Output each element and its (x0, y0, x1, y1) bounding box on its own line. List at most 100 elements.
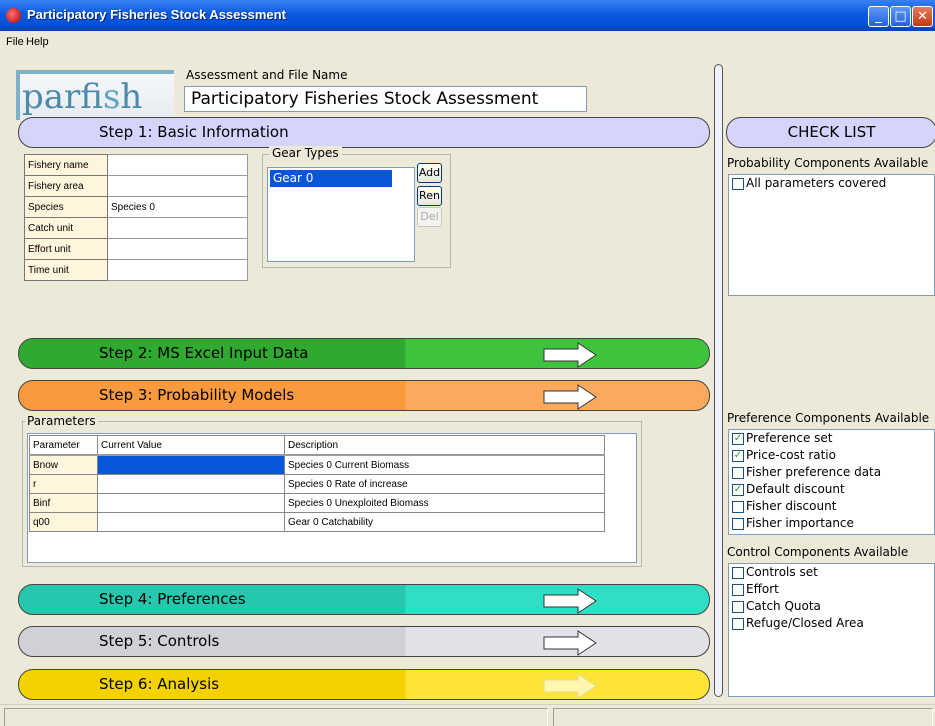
param-value-cell[interactable] (97, 474, 285, 494)
parameters-table-container: Parameter Current Value Description Bnow… (27, 433, 637, 563)
gear-list-item[interactable]: Gear 0 (270, 170, 392, 187)
title-bar[interactable]: Participatory Fisheries Stock Assessment… (0, 0, 935, 31)
table-row: Effort unit (24, 238, 248, 260)
list-item[interactable]: ✓ Preference set (729, 430, 934, 447)
column-header-current-value[interactable]: Current Value (97, 435, 285, 456)
step-2-arrow-icon[interactable] (542, 342, 598, 368)
checkbox-label: Effort (746, 582, 779, 596)
step-3-arrow-icon[interactable] (542, 384, 598, 410)
preference-components-list: ✓ Preference set ✓ Price-cost ratio Fisher… (728, 429, 935, 535)
list-item[interactable]: Catch Quota (729, 598, 934, 615)
table-row: Bnow Species 0 Current Biomass (29, 454, 605, 475)
table-row: Fishery name (24, 154, 248, 176)
param-description-cell: Species 0 Unexploited Biomass (284, 493, 605, 513)
app-window: Participatory Fisheries Stock Assessment… (0, 0, 935, 726)
delete-gear-button[interactable]: Del (417, 207, 442, 227)
panel-divider[interactable] (714, 64, 723, 697)
basic-info-table: Fishery name Fishery area Species Species… (24, 154, 248, 281)
menu-help[interactable]: Help (26, 36, 49, 48)
step-4-label: Step 4: Preferences (99, 590, 246, 608)
species-input[interactable]: Species 0 (107, 196, 248, 218)
step-2-label: Step 2: MS Excel Input Data (99, 344, 309, 362)
checkbox-fisher-importance[interactable] (732, 518, 744, 530)
step-6-bar[interactable]: Step 6: Analysis (18, 669, 710, 700)
list-item[interactable]: ✓ Price-cost ratio (729, 447, 934, 464)
rename-gear-button[interactable]: Ren (417, 186, 442, 206)
checkbox-refuge-closed-area[interactable] (732, 618, 744, 630)
param-value-cell[interactable] (97, 493, 285, 513)
checkbox-fisher-discount[interactable] (732, 501, 744, 513)
checklist-header: CHECK LIST (726, 117, 935, 148)
checkbox-controls-set[interactable] (732, 567, 744, 579)
list-item[interactable]: Effort (729, 581, 934, 598)
list-item[interactable]: All parameters covered (729, 175, 934, 192)
list-item[interactable]: ✓ Default discount (729, 481, 934, 498)
checkbox-label: Fisher importance (746, 516, 854, 530)
catch-unit-label: Catch unit (24, 217, 108, 239)
fishery-area-input[interactable] (107, 175, 248, 197)
fishery-name-label: Fishery name (24, 154, 108, 176)
step-4-arrow-icon[interactable] (542, 588, 598, 614)
parameters-group: Parameters Parameter Current Value Descr… (22, 414, 642, 567)
maximize-button[interactable]: □ (890, 6, 911, 27)
checkbox-price-cost-ratio[interactable]: ✓ (732, 450, 744, 462)
gear-types-group: Gear Types Gear 0 Add Ren Del (262, 146, 451, 268)
param-value-cell[interactable] (97, 512, 285, 532)
fishery-name-input[interactable] (107, 154, 248, 176)
checkbox-fisher-preference-data[interactable] (732, 467, 744, 479)
step-5-arrow-icon[interactable] (542, 630, 598, 656)
step-5-label: Step 5: Controls (99, 632, 220, 650)
checkbox-effort[interactable] (732, 584, 744, 596)
table-row: Fishery area (24, 175, 248, 197)
table-row: Binf Species 0 Unexploited Biomass (29, 493, 605, 513)
step-2-bar[interactable]: Step 2: MS Excel Input Data (18, 338, 710, 369)
step-1-label: Step 1: Basic Information (99, 123, 289, 141)
list-item[interactable]: Fisher preference data (729, 464, 934, 481)
list-item[interactable]: Fisher importance (729, 515, 934, 532)
parameters-table: Parameter Current Value Description Bnow… (29, 435, 605, 532)
status-panel-right (553, 708, 933, 726)
logo-text: parfish (22, 77, 143, 117)
column-header-description[interactable]: Description (284, 435, 605, 456)
assessment-name-input[interactable]: Participatory Fisheries Stock Assessment (184, 86, 587, 112)
step-3-bar[interactable]: Step 3: Probability Models (18, 380, 710, 411)
add-gear-button[interactable]: Add (417, 163, 442, 183)
gear-list[interactable]: Gear 0 (267, 167, 415, 262)
probability-components-label: Probability Components Available (727, 156, 929, 170)
gear-types-title: Gear Types (269, 146, 342, 160)
catch-unit-input[interactable] (107, 217, 248, 239)
param-name-cell: r (29, 474, 98, 494)
minimize-button[interactable]: _ (868, 6, 889, 27)
parameters-title: Parameters (25, 414, 98, 428)
effort-unit-input[interactable] (107, 238, 248, 260)
column-header-parameter[interactable]: Parameter (29, 435, 98, 456)
list-item[interactable]: Controls set (729, 564, 934, 581)
step-4-bar[interactable]: Step 4: Preferences (18, 584, 710, 615)
checkbox-label: Refuge/Closed Area (746, 616, 864, 630)
checkbox-preference-set[interactable]: ✓ (732, 433, 744, 445)
status-bar (0, 704, 935, 726)
menu-file[interactable]: File (6, 36, 24, 48)
step-6-arrow-icon (543, 673, 597, 699)
param-name-cell: Binf (29, 493, 98, 513)
list-item[interactable]: Fisher discount (729, 498, 934, 515)
parfish-logo: parfish (16, 70, 174, 120)
preference-components-label: Preference Components Available (727, 411, 930, 425)
checkbox-all-parameters-covered[interactable] (732, 178, 744, 190)
time-unit-input[interactable] (107, 259, 248, 281)
close-button[interactable]: ✕ (912, 6, 933, 27)
checkbox-label: Catch Quota (746, 599, 821, 613)
step-5-bar[interactable]: Step 5: Controls (18, 626, 710, 657)
step-3-label: Step 3: Probability Models (99, 386, 295, 404)
param-value-cell[interactable] (97, 454, 285, 475)
checkbox-label: Preference set (746, 431, 833, 445)
checkbox-catch-quota[interactable] (732, 601, 744, 613)
checkbox-default-discount[interactable]: ✓ (732, 484, 744, 496)
param-description-cell: Species 0 Rate of increase (284, 474, 605, 494)
time-unit-label: Time unit (24, 259, 108, 281)
status-panel-left (4, 708, 548, 726)
table-row: Time unit (24, 259, 248, 281)
step-1-bar[interactable]: Step 1: Basic Information (18, 117, 710, 148)
checkbox-label: Fisher preference data (746, 465, 882, 479)
list-item[interactable]: Refuge/Closed Area (729, 615, 934, 632)
